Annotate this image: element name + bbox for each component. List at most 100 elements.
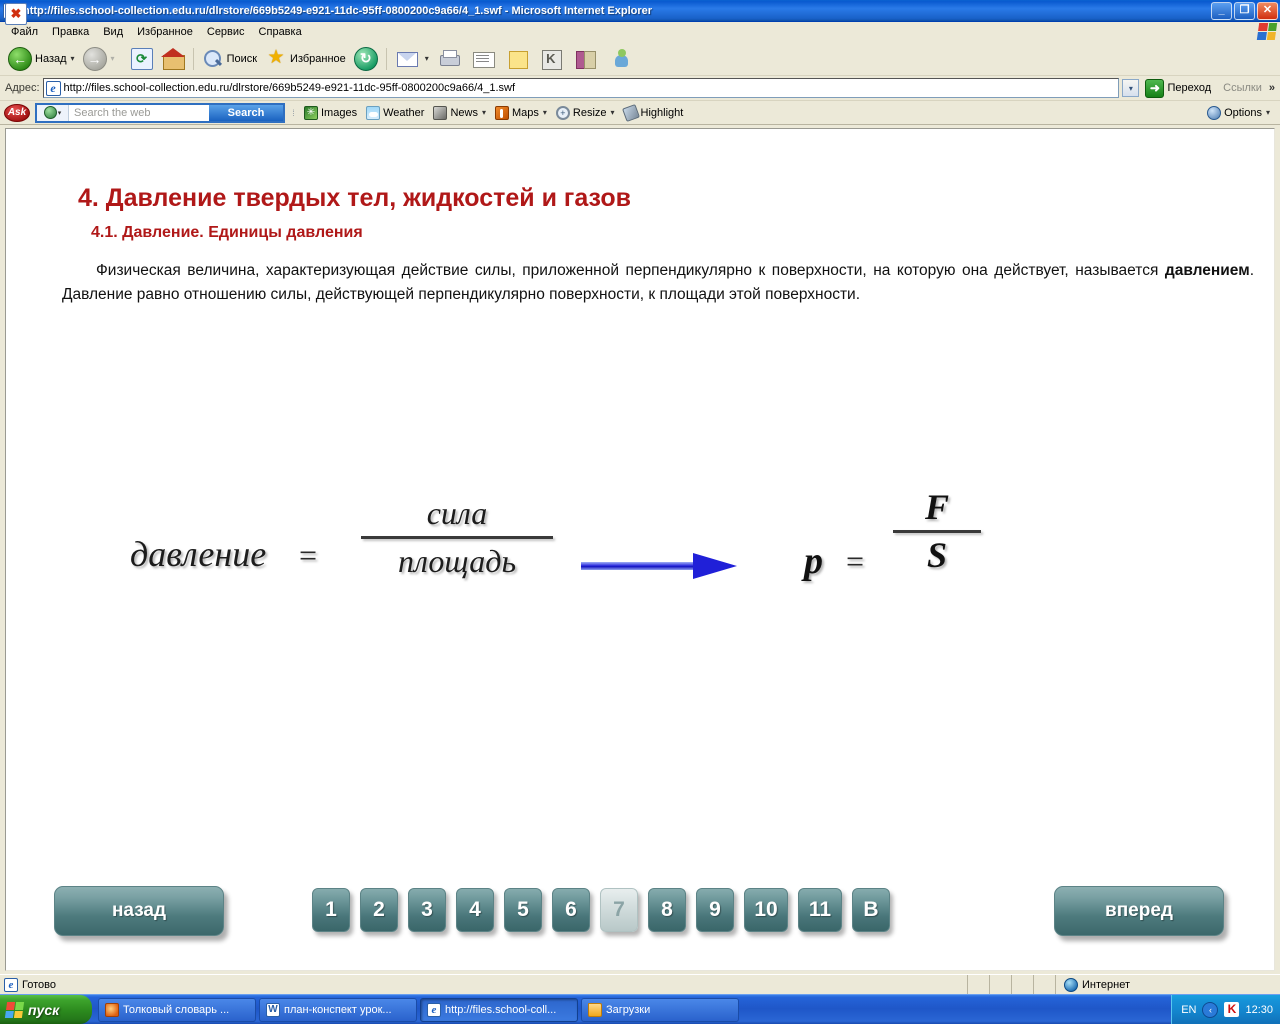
history-icon: ↻ [353, 46, 378, 71]
note-button[interactable] [501, 45, 535, 73]
globe-icon [43, 106, 57, 119]
favorites-button[interactable]: ★ Избранное [261, 45, 350, 73]
page-button-6[interactable]: 6 [552, 888, 590, 932]
menu-item-edit[interactable]: Правка [45, 24, 96, 40]
page-button-3[interactable]: 3 [408, 888, 446, 932]
home-button[interactable] [157, 45, 189, 73]
history-button[interactable]: ↻ [350, 45, 382, 73]
arrow-head [693, 553, 737, 579]
security-zone-indicator[interactable]: Интернет [1056, 975, 1266, 994]
toolbar-overflow-icon[interactable]: » [1269, 82, 1278, 94]
next-slide-button[interactable]: вперед [1054, 886, 1224, 936]
forward-button[interactable]: → ▾ [79, 45, 119, 73]
browser-window: http://files.school-collection.edu.ru/dl… [0, 0, 1280, 1024]
folder-icon [588, 1002, 602, 1017]
print-button[interactable] [433, 45, 467, 73]
messenger-button[interactable] [603, 45, 637, 73]
weather-icon [366, 105, 381, 120]
ask-logo-icon: Ask [4, 103, 30, 122]
task-list: Толковый словарь ... W план-конспект уро… [92, 995, 1171, 1024]
back-chevron-down-icon[interactable]: ▾ [71, 54, 75, 63]
ask-options-button[interactable]: Options ▾ [1205, 105, 1272, 120]
taskbar-item-dictionary[interactable]: Толковый словарь ... [98, 997, 256, 1022]
formula-numerator-word: сила [426, 495, 488, 531]
paragraph-bold-term: давлением [1164, 262, 1250, 279]
chevron-down-icon[interactable]: ▾ [543, 108, 547, 117]
minimize-button[interactable]: _ [1211, 1, 1232, 20]
menu-item-file[interactable]: Файл [4, 24, 45, 40]
mail-button[interactable]: ▾ [391, 45, 433, 73]
kaspersky-tray-icon[interactable]: K [1224, 1002, 1240, 1017]
mail-chevron-down-icon[interactable]: ▾ [425, 54, 429, 63]
page-button-2[interactable]: 2 [360, 888, 398, 932]
address-bar: Адрес: http://files.school-collection.ed… [0, 76, 1280, 101]
page-button-5[interactable]: 5 [504, 888, 542, 932]
home-icon [160, 47, 185, 70]
close-button[interactable]: ✕ [1257, 1, 1278, 20]
ask-item-images[interactable]: Images [302, 105, 359, 120]
address-input[interactable]: http://files.school-collection.edu.ru/dl… [42, 78, 1120, 98]
page-button-9[interactable]: 9 [696, 888, 734, 932]
page-button-b[interactable]: B [852, 888, 890, 932]
page-button-11[interactable]: 11 [798, 888, 842, 932]
edit-page-icon [471, 47, 497, 71]
menu-item-tools[interactable]: Сервис [200, 24, 252, 40]
formula-equals-2: = [846, 543, 865, 579]
forward-arrow-icon: → [82, 46, 107, 71]
page-button-1[interactable]: 1 [312, 888, 350, 932]
back-button[interactable]: ← Назад ▾ [4, 45, 79, 73]
address-dropdown-button[interactable]: ▾ [1122, 79, 1140, 97]
address-label: Адрес: [5, 82, 40, 94]
ask-search-input[interactable]: Search the web [69, 104, 209, 121]
ask-item-highlight[interactable]: Highlight [621, 103, 686, 122]
clock[interactable]: 12:30 [1245, 1004, 1273, 1016]
chevron-down-icon[interactable]: ▾ [611, 108, 615, 117]
formula-numerator-symbol: F [924, 487, 949, 527]
ask-search-button[interactable]: Search [209, 104, 283, 121]
edit-button[interactable] [467, 45, 501, 73]
taskbar-item-label: Загрузки [606, 1003, 651, 1016]
links-label[interactable]: Ссылки [1219, 82, 1266, 94]
chevron-down-icon[interactable]: ▾ [482, 108, 486, 117]
taskbar-item-label: http://files.school-coll... [445, 1003, 557, 1016]
taskbar-item-lesson-plan[interactable]: W план-конспект урок... [259, 997, 417, 1022]
chevron-down-icon[interactable]: ▾ [1266, 108, 1270, 117]
stop-button[interactable]: ✖ [5, 3, 127, 73]
ask-item-weather[interactable]: Weather [364, 105, 426, 120]
menu-item-favorites[interactable]: Избранное [130, 24, 200, 40]
status-cell-4 [1034, 975, 1056, 994]
start-button[interactable]: пуск [0, 995, 92, 1024]
ask-item-maps[interactable]: Maps ▾ [493, 105, 549, 120]
previous-slide-button[interactable]: назад [54, 886, 224, 936]
menu-item-help[interactable]: Справка [252, 24, 309, 40]
research-button[interactable] [569, 45, 603, 73]
paragraph-part-1: Физическая величина, характеризующая дей… [96, 262, 1165, 279]
go-button[interactable]: ➜ Переход [1143, 78, 1216, 99]
restore-button[interactable]: ❐ [1234, 1, 1255, 20]
page-button-8[interactable]: 8 [648, 888, 686, 932]
toolbar-divider [192, 47, 194, 70]
kaspersky-button[interactable] [535, 45, 569, 73]
ask-item-label: Weather [383, 106, 425, 119]
menu-item-view[interactable]: Вид [96, 24, 130, 40]
search-button[interactable]: Поиск [198, 45, 261, 73]
page-button-10[interactable]: 10 [744, 888, 788, 932]
page-button-7-active[interactable]: 7 [600, 888, 638, 932]
refresh-button[interactable]: ⟳ [127, 45, 157, 73]
toolbar-grip-handle[interactable]: ⁞ [290, 105, 297, 121]
windows-flag-icon [1256, 23, 1278, 40]
ask-item-resize[interactable]: Resize ▾ [554, 105, 617, 120]
refresh-icon: ⟳ [130, 47, 153, 70]
show-hidden-icons-icon[interactable]: ‹ [1202, 1001, 1219, 1018]
ask-engine-selector[interactable]: ▾ [37, 104, 69, 121]
language-indicator[interactable]: EN [1181, 1004, 1196, 1016]
page-button-4[interactable]: 4 [456, 888, 494, 932]
fraction-bar [893, 530, 981, 534]
ask-item-label: News [450, 106, 478, 119]
ask-item-news[interactable]: News ▾ [431, 105, 488, 120]
chevron-down-icon: ▾ [57, 109, 62, 117]
taskbar-item-downloads[interactable]: Загрузки [581, 997, 739, 1022]
taskbar-item-internet-explorer[interactable]: http://files.school-coll... [420, 997, 578, 1022]
resize-grip[interactable] [1266, 978, 1280, 992]
go-arrow-icon: ➜ [1145, 78, 1165, 98]
